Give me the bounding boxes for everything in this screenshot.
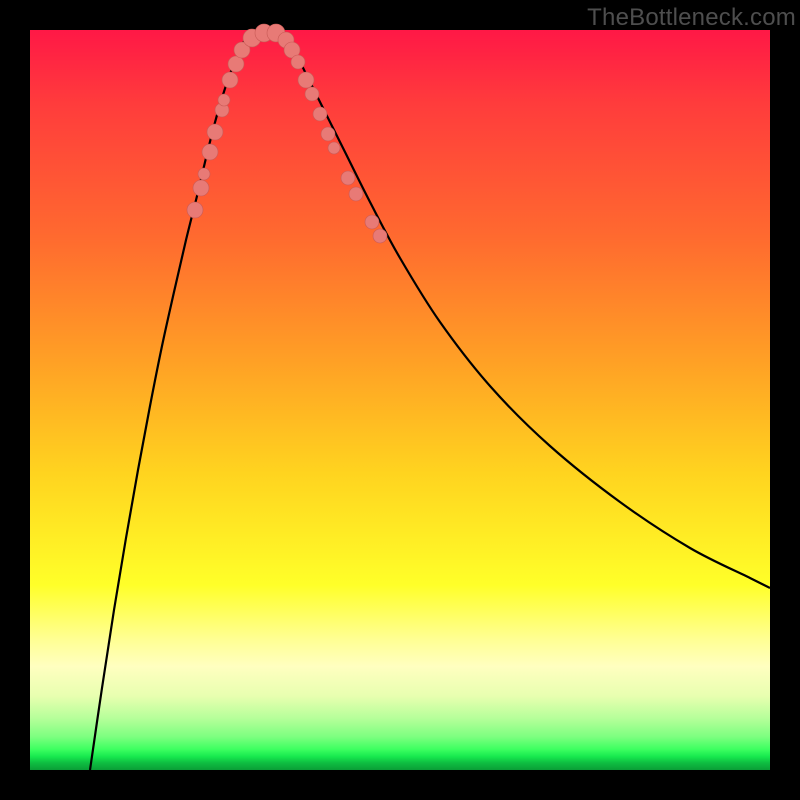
data-dot bbox=[218, 94, 230, 106]
data-dot bbox=[321, 127, 335, 141]
data-dot bbox=[228, 56, 244, 72]
data-dot bbox=[298, 72, 314, 88]
data-dot bbox=[305, 87, 319, 101]
data-dot bbox=[341, 171, 355, 185]
bottleneck-curve bbox=[90, 32, 770, 770]
data-dot bbox=[198, 168, 210, 180]
watermark-text: TheBottleneck.com bbox=[587, 4, 796, 32]
data-dot bbox=[202, 144, 218, 160]
data-dot bbox=[313, 107, 327, 121]
data-dot bbox=[291, 55, 305, 69]
data-dot bbox=[222, 72, 238, 88]
data-dot bbox=[187, 202, 203, 218]
data-dot bbox=[207, 124, 223, 140]
chart-frame: TheBottleneck.com bbox=[0, 0, 800, 800]
data-dot bbox=[193, 180, 209, 196]
data-dot bbox=[373, 229, 387, 243]
data-dot bbox=[365, 215, 379, 229]
curve-layer bbox=[30, 30, 770, 770]
data-dot bbox=[328, 142, 340, 154]
data-dots bbox=[187, 24, 387, 243]
data-dot bbox=[349, 187, 363, 201]
